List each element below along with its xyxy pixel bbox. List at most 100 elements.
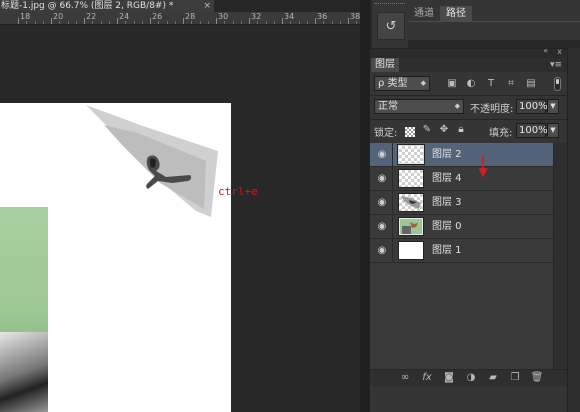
document-tab-title: 标题-1.jpg @ 66.7% (图层 2, RGB/8#) * — [1, 1, 174, 11]
lock-transparent-icon[interactable] — [405, 127, 415, 137]
panel-title-bar[interactable]: « x — [370, 46, 567, 58]
dock-grip[interactable] — [375, 3, 405, 7]
visibility-eye-icon[interactable]: ◉ — [376, 197, 388, 209]
fx-icon[interactable]: fx — [420, 372, 434, 384]
ruler-minor-tick — [59, 21, 61, 24]
ruler-minor-tick — [306, 21, 308, 24]
lock-move-icon[interactable]: ✥ — [439, 125, 449, 135]
delete-layer-icon[interactable]: 🗑︎ — [530, 372, 544, 384]
document-tab[interactable]: 标题-1.jpg @ 66.7% (图层 2, RGB/8#) * × — [0, 0, 215, 12]
visibility-eye-icon[interactable]: ◉ — [376, 149, 388, 161]
divider — [370, 119, 567, 120]
layer-thumbnail — [398, 241, 424, 260]
layer-row[interactable]: ◉ 图层 3 — [370, 191, 553, 215]
smart-object-filter-icon[interactable]: ▤ — [525, 78, 537, 90]
shoes-photo — [0, 332, 48, 412]
adjustment-filter-icon[interactable]: ◐ — [465, 78, 477, 90]
close-icon[interactable]: x — [557, 47, 562, 56]
visibility-eye-icon[interactable]: ◉ — [376, 245, 388, 257]
visibility-eye-icon[interactable]: ◉ — [376, 173, 388, 185]
ctrl-e-annotation: ctrl+e — [218, 185, 258, 198]
green-photo-layer — [0, 207, 48, 412]
thumb-photo-strip — [402, 226, 411, 234]
down-arrow-annotation-icon: ┃ ▼ — [478, 155, 488, 179]
ruler-minor-tick — [290, 21, 292, 24]
ruler-minor-tick — [207, 21, 209, 24]
tab-paths[interactable]: 路径 — [440, 6, 472, 21]
document-canvas[interactable] — [0, 103, 231, 412]
ruler-label: 30 — [218, 12, 229, 21]
layer-list: ◉ 图层 2 ◉ 图层 4 ◉ 图层 3 ◉ 图层 0 ◉ 图层 1 ┃ ▼ — [370, 143, 553, 373]
history-icon[interactable]: ↺ — [377, 12, 405, 40]
chevron-down-icon[interactable]: ▼ — [547, 99, 559, 114]
ruler-minor-tick — [232, 21, 234, 24]
new-group-icon[interactable]: ▰ — [486, 372, 500, 384]
layer-filter-row: ρ 类型 ◆ ▣ ◐ T ⌗ ▤ — [370, 73, 567, 95]
opacity-input[interactable]: 100% — [516, 99, 548, 114]
collapse-icon[interactable]: « — [543, 46, 548, 55]
tab-layers[interactable]: 图层 — [371, 58, 399, 72]
fill-input[interactable]: 100% — [516, 123, 548, 138]
divider — [370, 95, 567, 96]
ruler-tick — [84, 18, 85, 24]
layer-row[interactable]: ◉ 图层 1 — [370, 239, 553, 263]
ruler-label: 24 — [119, 12, 130, 21]
layer-name[interactable]: 图层 4 — [432, 167, 462, 191]
layer-row[interactable]: ◉ 图层 0 — [370, 215, 553, 239]
layer-row[interactable]: ◉ 图层 4 — [370, 167, 553, 191]
shape-filter-icon[interactable]: ⌗ — [505, 78, 517, 90]
lock-all-icon[interactable]: 🔒︎ — [456, 125, 466, 135]
filter-kind-select[interactable]: ρ 类型 ◆ — [374, 76, 430, 91]
blend-mode-select[interactable]: 正常 ◆ — [374, 99, 464, 114]
close-icon[interactable]: × — [203, 0, 211, 12]
layer-thumbnail — [397, 144, 425, 165]
ruler-tick — [315, 18, 316, 24]
ruler-minor-tick — [158, 21, 160, 24]
layer-name[interactable]: 图层 2 — [432, 143, 462, 167]
layer-list-scrollbar[interactable] — [553, 143, 567, 373]
layers-panel: « x 图层 ▾≡ ρ 类型 ◆ ▣ ◐ T ⌗ ▤ 正常 ◆ 不透明度: 10… — [369, 46, 568, 412]
collapsed-panel-dock: ↺ — [372, 0, 408, 50]
ruler-minor-tick — [133, 21, 135, 24]
ruler-minor-tick — [298, 21, 300, 24]
ruler-label: 32 — [251, 12, 262, 21]
lock-row: 锁定: ✎ ✥ 🔒︎ 填充: 100% ▼ — [370, 121, 567, 143]
ruler-minor-tick — [75, 21, 77, 24]
bw-photo-thumb — [401, 196, 421, 209]
ruler-minor-tick — [240, 21, 242, 24]
adjustment-layer-icon[interactable]: ◑ — [464, 372, 478, 384]
ruler-minor-tick — [67, 21, 69, 24]
tab-channels[interactable]: 通道 — [408, 6, 440, 21]
lock-paint-icon[interactable]: ✎ — [422, 125, 432, 135]
link-layers-icon[interactable]: ∞ — [398, 372, 412, 384]
canvas-workspace[interactable]: ctrl+e — [0, 25, 360, 412]
image-filter-icon[interactable]: ▣ — [446, 78, 458, 90]
chevron-down-icon[interactable]: ▼ — [547, 123, 559, 138]
ruler-minor-tick — [273, 21, 275, 24]
ruler-label: 18 — [20, 12, 31, 21]
ruler-label: 28 — [185, 12, 196, 21]
blend-mode-value: 正常 — [378, 101, 398, 112]
lock-label: 锁定: — [374, 128, 398, 139]
panel-menu-icon[interactable]: ▾≡ — [550, 58, 562, 72]
ruler-label: 36 — [317, 12, 328, 21]
ruler-tick — [249, 18, 250, 24]
ruler-tick — [117, 18, 118, 24]
layer-name[interactable]: 图层 0 — [432, 215, 462, 239]
ruler-tick — [183, 18, 184, 24]
type-filter-icon[interactable]: T — [485, 78, 497, 90]
layers-bottom-bar: ∞ fx ◙ ◑ ▰ ❐ 🗑︎ — [370, 369, 567, 386]
layer-name[interactable]: 图层 1 — [432, 239, 462, 263]
layer-thumbnail — [398, 193, 424, 212]
row-separator — [392, 143, 393, 167]
ruler-minor-tick — [339, 21, 341, 24]
layer-name[interactable]: 图层 3 — [432, 191, 462, 215]
row-separator — [392, 191, 393, 215]
row-separator — [392, 167, 393, 191]
layer-row[interactable]: ◉ 图层 2 — [370, 143, 553, 167]
visibility-eye-icon[interactable]: ◉ — [376, 221, 388, 233]
filter-toggle[interactable] — [554, 77, 561, 91]
channels-paths-panel: 通道 路径 — [408, 0, 580, 40]
add-mask-icon[interactable]: ◙ — [442, 372, 456, 384]
new-layer-icon[interactable]: ❐ — [508, 372, 522, 384]
